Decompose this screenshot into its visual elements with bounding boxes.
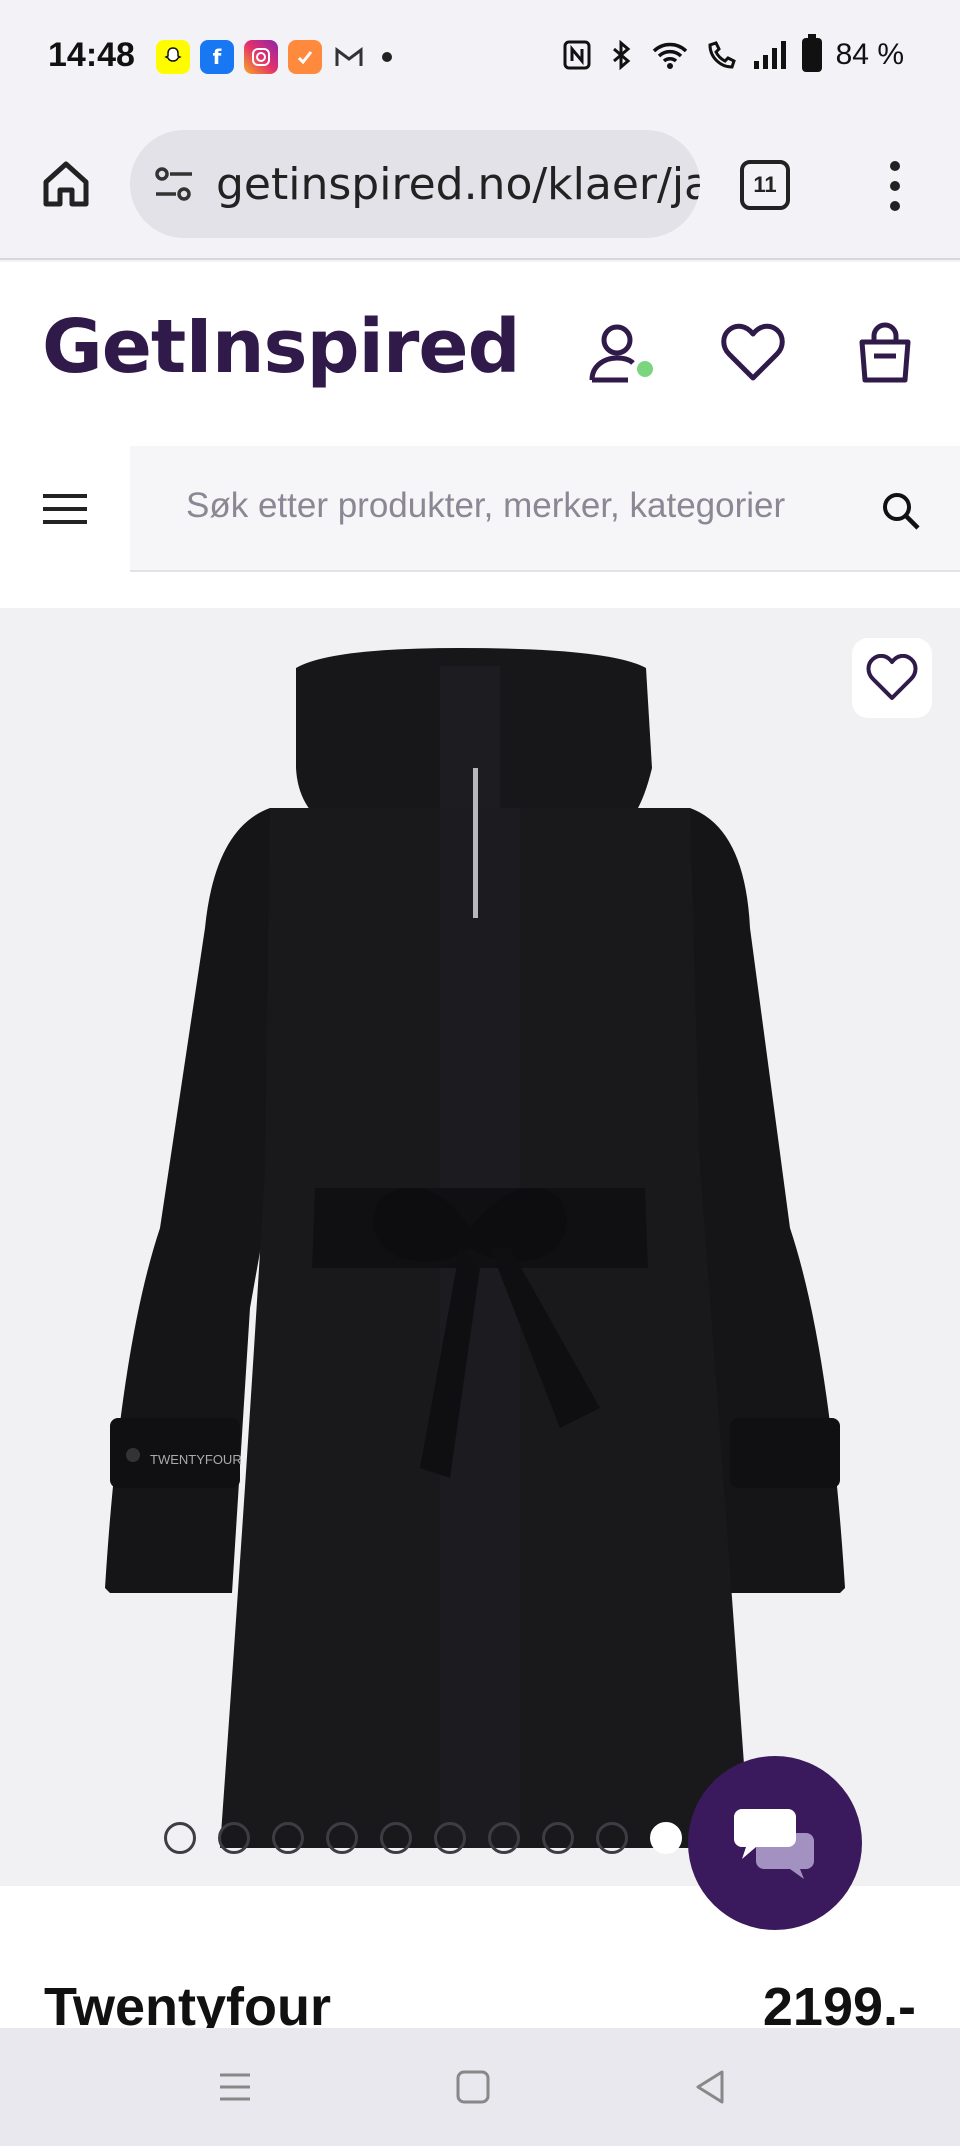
add-to-wishlist-button[interactable] bbox=[852, 638, 932, 718]
search-bar-row: Søk etter produkter, merker, kategorier bbox=[0, 446, 960, 572]
browser-toolbar: getinspired.no/klaer/ja 11 bbox=[0, 118, 960, 260]
address-bar[interactable]: getinspired.no/klaer/ja bbox=[130, 130, 700, 238]
gallery-dot[interactable] bbox=[380, 1822, 412, 1854]
search-input[interactable]: Søk etter produkter, merker, kategorier bbox=[186, 486, 785, 526]
notification-icons: f bbox=[156, 40, 392, 74]
breadcrumb-cutoff bbox=[0, 572, 960, 608]
wifi-icon bbox=[652, 42, 687, 69]
gallery-dot[interactable] bbox=[326, 1822, 358, 1854]
chat-bubbles-icon bbox=[734, 1809, 814, 1879]
status-bar: 14:48 f 84 % bbox=[0, 0, 960, 118]
gallery-dot[interactable] bbox=[218, 1822, 250, 1854]
system-status: 84 % bbox=[562, 34, 904, 72]
back-icon[interactable] bbox=[686, 2062, 736, 2112]
site-logo[interactable]: GetInspired bbox=[42, 304, 521, 390]
bluetooth-icon bbox=[612, 39, 630, 71]
product-price: 2199.- bbox=[762, 1977, 916, 2028]
tasks-icon bbox=[288, 40, 322, 74]
gallery-pagination bbox=[164, 1822, 682, 1854]
battery-level: 84 % bbox=[835, 38, 904, 71]
instagram-icon bbox=[244, 40, 278, 74]
home-nav-icon[interactable] bbox=[448, 2062, 498, 2112]
cuff-logo-text: TWENTYFOUR bbox=[150, 1452, 242, 1467]
gallery-dot[interactable] bbox=[272, 1822, 304, 1854]
tab-switcher-button[interactable]: 11 bbox=[740, 160, 790, 210]
site-header: GetInspired bbox=[0, 262, 960, 446]
browser-menu-icon[interactable] bbox=[880, 158, 910, 214]
system-navigation-bar bbox=[0, 2028, 960, 2146]
status-time: 14:48 bbox=[48, 36, 135, 74]
gallery-dot[interactable] bbox=[596, 1822, 628, 1854]
url-text: getinspired.no/klaer/ja bbox=[216, 158, 700, 210]
nfc-icon bbox=[563, 40, 591, 70]
wishlist-heart-icon[interactable] bbox=[720, 320, 786, 386]
heart-icon bbox=[866, 654, 918, 700]
product-image-coat: TWENTYFOUR bbox=[105, 648, 845, 1848]
logged-in-indicator bbox=[634, 358, 656, 380]
shopping-bag-icon[interactable] bbox=[852, 320, 918, 386]
product-brand[interactable]: Twentyfour bbox=[44, 1976, 331, 2028]
home-icon[interactable] bbox=[40, 158, 92, 210]
snapchat-icon bbox=[156, 40, 190, 74]
gallery-dot[interactable] bbox=[488, 1822, 520, 1854]
gallery-dot[interactable] bbox=[434, 1822, 466, 1854]
chat-button[interactable] bbox=[688, 1756, 862, 1930]
gmail-icon bbox=[332, 40, 366, 74]
product-image-gallery[interactable]: TWENTYFOUR bbox=[0, 608, 960, 1886]
gallery-dot-active[interactable] bbox=[650, 1822, 682, 1854]
recent-apps-icon[interactable] bbox=[210, 2062, 260, 2112]
more-notifications-dot bbox=[382, 52, 392, 62]
search-icon[interactable] bbox=[880, 490, 922, 532]
gallery-dot[interactable] bbox=[164, 1822, 196, 1854]
gallery-dot[interactable] bbox=[542, 1822, 574, 1854]
site-settings-icon[interactable] bbox=[152, 162, 196, 206]
menu-button[interactable] bbox=[0, 446, 130, 572]
hamburger-icon bbox=[43, 494, 87, 524]
battery-icon bbox=[801, 34, 822, 72]
facebook-icon: f bbox=[200, 40, 234, 74]
wifi-call-icon bbox=[708, 41, 736, 69]
signal-icon bbox=[753, 41, 786, 69]
